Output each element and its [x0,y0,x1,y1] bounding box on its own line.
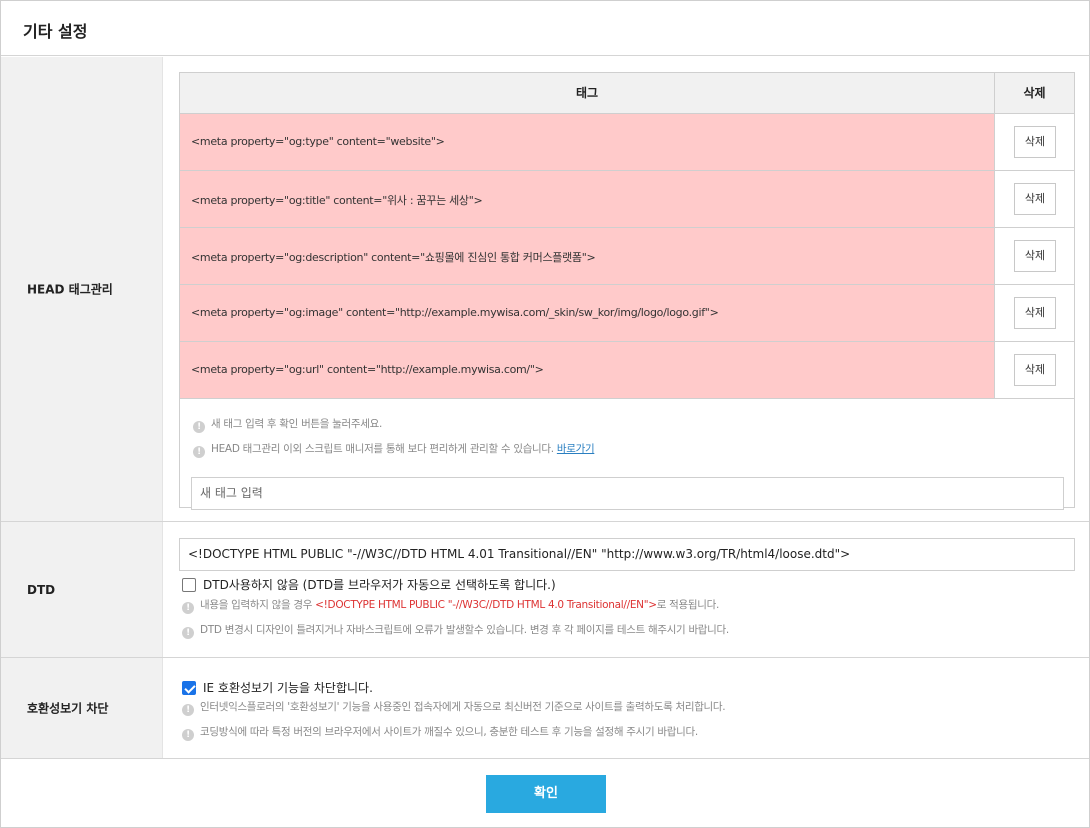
dtd-label: DTD [27,582,56,597]
table-row: <meta property="og:title" content="위사 : … [180,171,1074,228]
dtd-disable-option[interactable]: DTD사용하지 않음 (DTD를 브라우저가 자동으로 선택하도록 합니다.) [182,576,556,593]
tag-cell: <meta property="og:url" content="http://… [180,342,995,398]
delete-cell: 삭제 [995,171,1074,227]
notice-icon: ! [182,602,194,614]
table-row: <meta property="og:image" content="http:… [180,285,1074,342]
checkbox-label: DTD사용하지 않음 (DTD를 브라우저가 자동으로 선택하도록 합니다.) [203,578,556,592]
note-text: 코딩방식에 따라 특정 버전의 브라우저에서 사이트가 깨질수 있으니, 충분한… [200,726,698,738]
settings-panel: 기타 설정 HEAD 태그관리 태그 삭제 <meta property="og… [0,0,1090,828]
section-label: HEAD 태그관리 [1,57,163,521]
delete-button[interactable]: 삭제 [1014,297,1056,329]
checkbox-label: IE 호환성보기 기능을 차단합니다. [203,681,373,695]
delete-cell: 삭제 [995,285,1074,341]
table-row: <meta property="og:type" content="websit… [180,114,1074,171]
help-note: ! 코딩방식에 따라 특정 버전의 브라우저에서 사이트가 깨질수 있으니, 충분… [182,724,698,741]
note-text: DTD 변경시 디자인이 틀려지거나 자바스크립트에 오류가 발생할수 있습니다… [200,624,729,636]
delete-button[interactable]: 삭제 [1014,354,1056,386]
ie-block-option[interactable]: IE 호환성보기 기능을 차단합니다. [182,679,373,696]
delete-cell: 삭제 [995,342,1074,398]
help-note: ! 내용을 입력하지 않을 경우 <!DOCTYPE HTML PUBLIC "-… [182,597,719,614]
note-code: <!DOCTYPE HTML PUBLIC "-//W3C//DTD HTML … [315,599,657,611]
delete-cell: 삭제 [995,114,1074,170]
table-row: <meta property="og:url" content="http://… [180,342,1074,399]
tag-cell: <meta property="og:title" content="위사 : … [180,171,995,227]
note-text: HEAD 태그관리 이외 스크립트 매니저를 통해 보다 편리하게 관리할 수 … [211,443,554,455]
table-row: <meta property="og:description" content=… [180,228,1074,285]
shortcut-link[interactable]: 바로가기 [557,443,595,455]
note-text: 내용을 입력하지 않을 경우 [200,599,316,611]
tag-cell: <meta property="og:description" content=… [180,228,995,284]
notice-icon: ! [182,627,194,639]
checkbox-icon[interactable] [182,578,196,592]
tag-text: <meta property="og:type" content="websit… [191,135,445,148]
help-note: ! 인터넷익스플로러의 '호환성보기' 기능을 사용중인 접속자에게 자동으로 최… [182,699,726,716]
confirm-button[interactable]: 확인 [486,775,606,813]
panel-header: 기타 설정 [1,1,1089,56]
dtd-section: DTD <!DOCTYPE HTML PUBLIC "-//W3C//DTD H… [1,522,1089,658]
help-note: ! DTD 변경시 디자인이 틀려지거나 자바스크립트에 오류가 발생할수 있습니… [182,622,729,639]
notice-icon: ! [182,729,194,741]
ie-compat-section: 호환성보기 차단 IE 호환성보기 기능을 차단합니다. ! 인터넷익스플로러의 … [1,658,1089,759]
tag-cell: <meta property="og:type" content="websit… [180,114,995,170]
delete-button[interactable]: 삭제 [1014,240,1056,272]
page-title: 기타 설정 [23,22,88,41]
section-label: 호환성보기 차단 [1,658,163,758]
help-note: ! HEAD 태그관리 이외 스크립트 매니저를 통해 보다 편리하게 관리할 수… [193,441,595,458]
tag-table: 태그 삭제 <meta property="og:type" content="… [179,72,1075,510]
tag-text: <meta property="og:url" content="http://… [191,363,544,376]
new-tag-input[interactable]: 새 태그 입력 [191,477,1064,510]
tag-text: <meta property="og:description" content=… [191,251,596,264]
delete-cell: 삭제 [995,228,1074,284]
tag-text: <meta property="og:title" content="위사 : … [191,194,483,207]
column-header-tag: 태그 [180,73,995,113]
column-header-delete: 삭제 [1023,86,1046,100]
panel-footer: 확인 [1,759,1089,827]
head-tag-section: HEAD 태그관리 태그 삭제 <meta property="og:type"… [1,57,1089,522]
note-text: 인터넷익스플로러의 '호환성보기' 기능을 사용중인 접속자에게 자동으로 최신… [200,701,726,713]
notice-icon: ! [182,704,194,716]
tag-table-header: 태그 삭제 [180,73,1074,114]
dtd-input[interactable]: <!DOCTYPE HTML PUBLIC "-//W3C//DTD HTML … [179,538,1075,571]
note-text: 새 태그 입력 후 확인 버튼을 눌러주세요. [211,418,383,430]
note-text: 로 적용됩니다. [656,599,720,611]
notice-icon: ! [193,421,205,433]
head-tag-label: HEAD 태그관리 [27,282,113,297]
ie-compat-label: 호환성보기 차단 [27,701,109,716]
tag-cell: <meta property="og:image" content="http:… [180,285,995,341]
checkbox-icon[interactable] [182,681,196,695]
help-note: ! 새 태그 입력 후 확인 버튼을 눌러주세요. [193,416,382,433]
section-label: DTD [1,522,163,657]
delete-button[interactable]: 삭제 [1014,126,1056,158]
tag-text: <meta property="og:image" content="http:… [191,306,719,319]
delete-button[interactable]: 삭제 [1014,183,1056,215]
notice-icon: ! [193,446,205,458]
